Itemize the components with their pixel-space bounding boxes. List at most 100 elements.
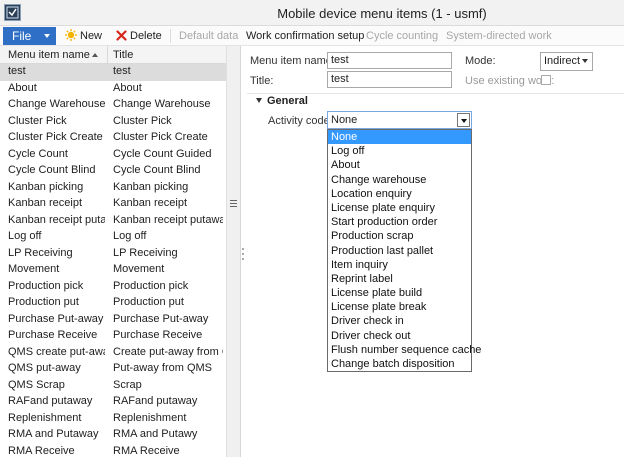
cell-title: RMA and Putawy <box>113 428 198 440</box>
list-scrollbar[interactable] <box>226 46 240 457</box>
table-row[interactable]: Purchase Receive Purchase Receive <box>0 328 226 345</box>
mode-select[interactable]: Indirect <box>540 52 593 71</box>
default-data-button[interactable]: Default data <box>179 29 238 43</box>
cell-title: Purchase Receive <box>113 329 203 341</box>
table-row[interactable]: Kanban picking Kanban picking <box>0 180 226 197</box>
mode-value: Indirect <box>544 55 581 67</box>
scrollbar-grip-icon[interactable] <box>230 200 237 207</box>
cell-menu-item-name: Cluster Pick Create <box>8 131 103 143</box>
collapse-triangle-icon[interactable] <box>256 98 262 103</box>
chevron-down-icon <box>582 59 588 63</box>
table-row[interactable]: RMA Receive RMA Receive <box>0 444 226 457</box>
table-row[interactable]: QMS Scrap Scrap <box>0 378 226 395</box>
dropdown-option[interactable]: Flush number sequence cache <box>328 343 481 357</box>
table-row[interactable]: Purchase Put-away Purchase Put-away <box>0 312 226 329</box>
file-menu-button[interactable]: File <box>3 27 56 45</box>
table-row[interactable]: Movement Movement <box>0 262 226 279</box>
cycle-counting-button[interactable]: Cycle counting <box>366 29 438 43</box>
cell-title: About <box>113 81 142 94</box>
new-icon <box>65 29 77 45</box>
toolbar-separator <box>170 29 171 43</box>
splitter-dot <box>242 253 244 255</box>
table-row[interactable]: QMS put-away Put-away from QMS <box>0 361 226 378</box>
title-label: Title: <box>250 75 274 87</box>
table-row[interactable]: Production pick Production pick <box>0 279 226 296</box>
list-header: Menu item name Title <box>0 46 226 64</box>
use-existing-work-checkbox[interactable] <box>541 75 551 85</box>
table-row[interactable]: test test <box>0 64 226 81</box>
dropdown-option[interactable]: Start production order <box>328 215 471 229</box>
cell-title: test <box>113 65 131 77</box>
table-row[interactable]: About About <box>0 81 226 98</box>
dropdown-arrow-icon[interactable] <box>457 113 470 127</box>
cell-title: Change Warehouse <box>113 98 211 110</box>
dropdown-option[interactable]: Item inquiry <box>328 258 471 272</box>
cell-menu-item-name: Log off <box>8 230 42 242</box>
dropdown-option[interactable]: Production last pallet <box>328 244 471 258</box>
cell-title: Put-away from QMS <box>113 362 213 374</box>
cell-title: Production put <box>113 296 184 308</box>
table-row[interactable]: Cycle Count Cycle Count Guided <box>0 147 226 164</box>
file-caret-icon <box>44 34 50 38</box>
splitter-dot <box>242 248 244 250</box>
menu-items-list: Menu item name Title test test About About C… <box>0 46 241 457</box>
activity-code-select[interactable]: None <box>327 111 472 129</box>
table-row[interactable]: Kanban receipt Kanban receipt <box>0 196 226 213</box>
cell-title: LP Receiving <box>113 246 178 259</box>
cell-menu-item-name: Kanban picking <box>8 180 84 193</box>
table-row[interactable]: Replenishment Replenishment <box>0 411 226 428</box>
dropdown-option[interactable]: Reprint label <box>328 272 471 286</box>
column-header-title[interactable]: Title <box>113 49 133 61</box>
cell-title: Cluster Pick <box>113 114 172 127</box>
dropdown-option[interactable]: Driver check in <box>328 314 471 328</box>
dropdown-option[interactable]: License plate break <box>328 300 471 314</box>
activity-code-label: Activity code: <box>268 115 333 127</box>
cell-title: RAFand putaway <box>113 395 198 407</box>
column-header-menu-item-name[interactable]: Menu item name <box>8 49 90 61</box>
table-row[interactable]: RMA and Putaway RMA and Putawy <box>0 427 226 444</box>
cell-menu-item-name: Change Warehouse <box>8 98 105 110</box>
table-row[interactable]: Change Warehouse Change Warehouse <box>0 97 226 114</box>
table-row[interactable]: RAFand putaway RAFand putaway <box>0 394 226 411</box>
dropdown-option[interactable]: Production scrap <box>328 229 471 243</box>
dropdown-option[interactable]: License plate enquiry <box>328 201 471 215</box>
mode-label: Mode: <box>465 55 496 67</box>
table-row[interactable]: QMS create put-away Create put-away from … <box>0 345 226 362</box>
cell-title: Movement <box>113 263 165 275</box>
dropdown-option[interactable]: None <box>328 130 471 145</box>
dropdown-option[interactable]: About <box>328 158 471 172</box>
cell-menu-item-name: About <box>8 81 37 94</box>
cell-title: Cycle Count Guided <box>113 147 212 160</box>
sort-ascending-icon <box>92 53 98 57</box>
title-field[interactable]: test <box>327 71 452 88</box>
column-divider[interactable] <box>107 46 108 64</box>
cell-menu-item-name: Purchase Receive <box>8 329 98 341</box>
table-row[interactable]: Log off Log off <box>0 229 226 246</box>
cell-title: Kanban receipt putaway <box>113 213 223 226</box>
menu-item-name-field[interactable]: test <box>327 52 452 69</box>
dropdown-option[interactable]: Change warehouse <box>328 173 471 187</box>
dropdown-option[interactable]: Change batch disposition <box>328 357 471 371</box>
section-title-general[interactable]: General <box>267 95 308 107</box>
dropdown-option[interactable]: License plate build <box>328 286 471 300</box>
table-row[interactable]: LP Receiving LP Receiving <box>0 246 226 263</box>
table-row[interactable]: Cluster Pick Create Cluster Pick Create <box>0 130 226 147</box>
cell-title: Purchase Put-away <box>113 312 209 325</box>
table-row[interactable]: Cycle Count Blind Cycle Count Blind <box>0 163 226 180</box>
new-button[interactable]: New <box>65 29 102 43</box>
cell-menu-item-name: RAFand putaway <box>8 395 93 407</box>
table-row[interactable]: Cluster Pick Cluster Pick <box>0 114 226 131</box>
dropdown-option[interactable]: Driver check out <box>328 329 471 343</box>
list-rows: test test About About Change Warehouse Change… <box>0 64 226 457</box>
new-label: New <box>80 30 103 42</box>
system-directed-work-button[interactable]: System-directed work <box>446 29 552 43</box>
dropdown-option[interactable]: Location enquiry <box>328 187 471 201</box>
delete-button[interactable]: Delete <box>116 29 162 43</box>
table-row[interactable]: Kanban receipt puta... Kanban receipt put… <box>0 213 226 230</box>
dropdown-option[interactable]: Log off <box>328 144 471 158</box>
table-row[interactable]: Production put Production put <box>0 295 226 312</box>
work-confirmation-setup-button[interactable]: Work confirmation setup <box>246 29 364 43</box>
cell-title: Create put-away from Q... <box>113 345 223 358</box>
cell-menu-item-name: test <box>8 65 26 77</box>
action-pane: File New Delete Default data Work confir… <box>0 26 624 46</box>
